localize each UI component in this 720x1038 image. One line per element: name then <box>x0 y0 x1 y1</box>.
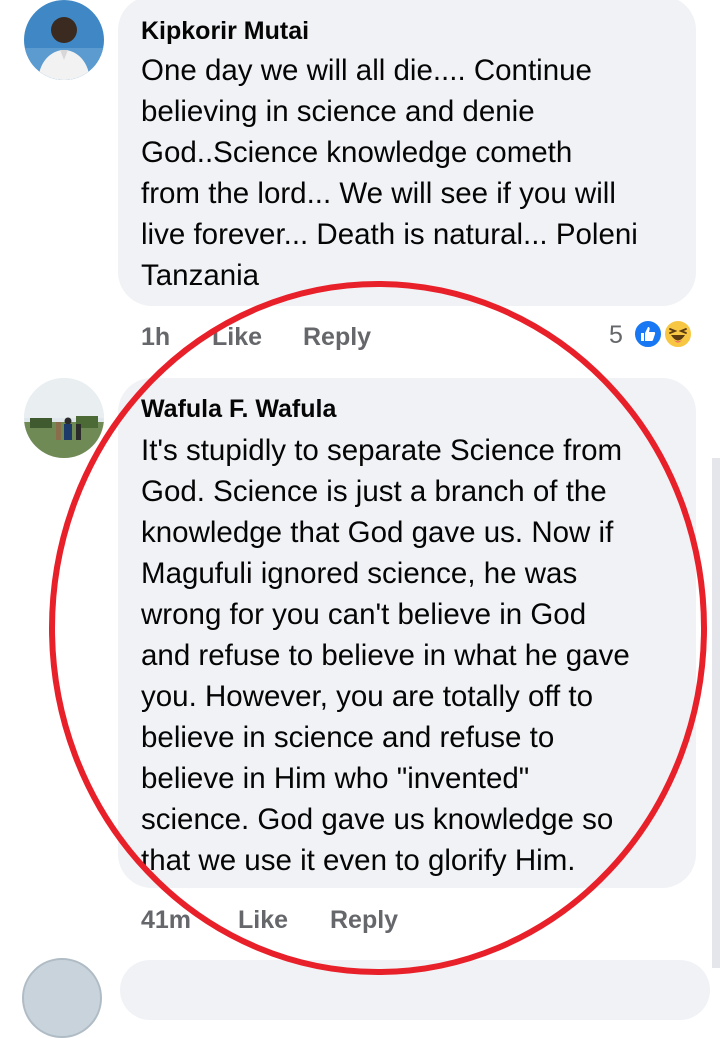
comment-timestamp: 1h <box>141 323 171 351</box>
comment-text-line: Tanzania <box>141 259 260 292</box>
like-button[interactable]: Like <box>212 322 262 352</box>
comment-timestamp: 41m <box>141 906 192 934</box>
comment-text-line: believe in science and refuse to <box>141 721 555 754</box>
reaction-count[interactable]: 5 <box>609 320 623 350</box>
haha-icon <box>663 319 693 349</box>
comment-text-line: believe in Him who "invented" <box>141 762 530 795</box>
avatar-kipkorir-mutai[interactable] <box>24 0 104 80</box>
comment-text-line: from the lord... We will see if you will <box>141 177 616 210</box>
scrollbar[interactable] <box>712 458 720 968</box>
comment-text-line: and refuse to believe in what he gave <box>141 639 630 672</box>
avatar-wafula-f-wafula[interactable] <box>24 378 104 458</box>
comment-text-line: knowledge that God gave us. Now if <box>141 516 614 549</box>
comment-text-line: wrong for you can't believe in God <box>141 598 587 631</box>
comment-text-line: Magufuli ignored science, he was <box>141 557 578 590</box>
comment-text: One day we will all die.... Continue bel… <box>141 50 638 296</box>
reply-button[interactable]: Reply <box>303 322 371 352</box>
comment-text-line: live forever... Death is natural... Pole… <box>141 218 638 251</box>
comment-author[interactable]: Wafula F. Wafula <box>141 394 336 424</box>
comment-text: It's stupidly to separate Science from G… <box>141 430 630 881</box>
comment-text-line: science. God gave us knowledge so <box>141 803 614 836</box>
comment-text-line: It's stupidly to separate Science from <box>141 434 623 467</box>
comment-text-line: God. Science is just a branch of the <box>141 475 607 508</box>
like-button[interactable]: Like <box>238 905 288 935</box>
comment-text-line: One day we will all die.... Continue <box>141 54 592 87</box>
comment-author[interactable]: Kipkorir Mutai <box>141 16 309 46</box>
comment-text-line: God..Science knowledge cometh <box>141 136 573 169</box>
avatar[interactable] <box>22 958 102 1038</box>
profile-photo <box>24 0 104 80</box>
profile-photo <box>24 378 104 458</box>
comment-text-line: that we use it even to glorify Him. <box>141 844 576 877</box>
comment-bubble <box>120 960 710 1020</box>
like-icon <box>633 319 663 349</box>
reply-button[interactable]: Reply <box>330 905 398 935</box>
comment-text-line: believing in science and denie <box>141 95 535 128</box>
comment-text-line: you. However, you are totally off to <box>141 680 594 713</box>
